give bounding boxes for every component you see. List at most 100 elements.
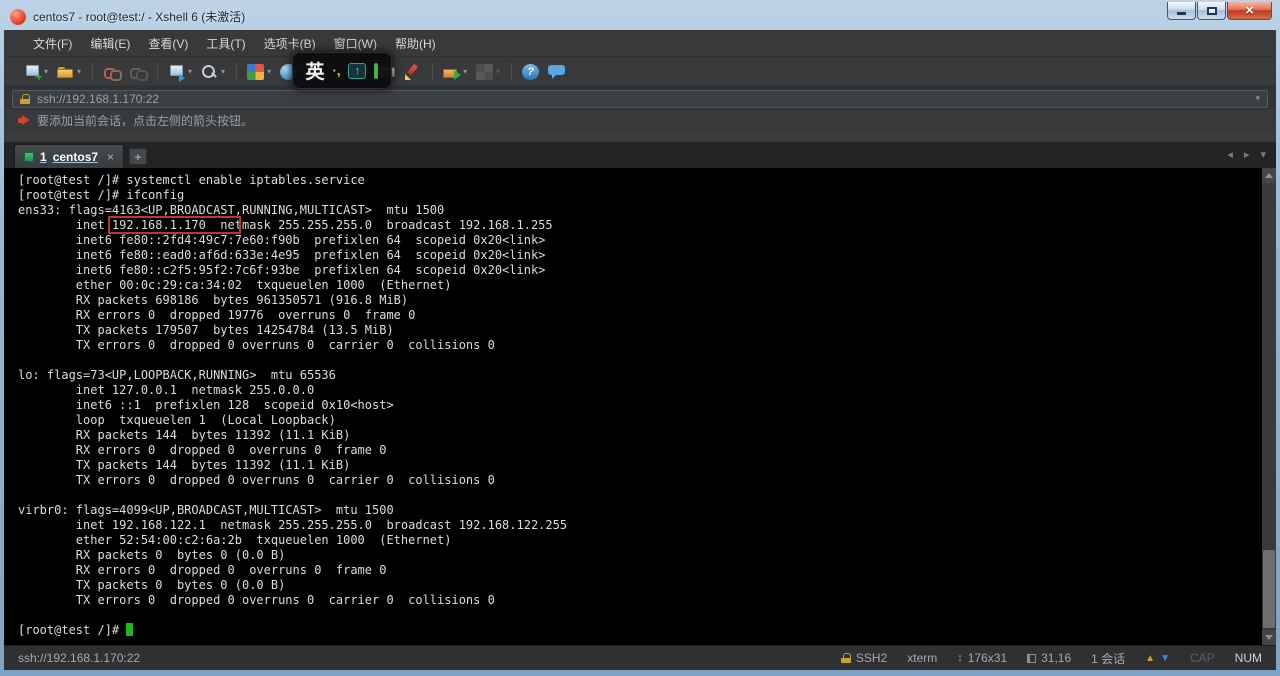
help-button[interactable]	[518, 61, 543, 83]
terminal-scrollbar[interactable]	[1262, 168, 1276, 645]
terminal-line: TX packets 179507 bytes 14254784 (13.5 M…	[18, 323, 1256, 338]
lock-icon	[841, 653, 851, 663]
layout-button[interactable]: ▾	[243, 61, 275, 83]
dropdown-arrow-icon[interactable]: ▾	[496, 67, 500, 76]
duplicate-session-icon	[168, 64, 185, 80]
status-size-group: ↕ 176x31	[957, 651, 1007, 665]
terminal-line: TX errors 0 dropped 0 overruns 0 carrier…	[18, 473, 1256, 488]
address-dropdown-icon[interactable]: ▾	[1255, 93, 1260, 104]
maximize-icon	[1207, 7, 1217, 15]
status-protocol-group: SSH2	[841, 651, 887, 665]
reconnect-button	[125, 61, 150, 83]
terminal-line: TX errors 0 dropped 0 overruns 0 carrier…	[18, 593, 1256, 608]
dropdown-arrow-icon[interactable]: ▾	[188, 67, 192, 76]
highlighter-button[interactable]	[400, 61, 425, 83]
find-button[interactable]: ▾	[197, 61, 229, 83]
xshell-logo-icon	[10, 9, 26, 25]
terminal-line: lo: flags=73<UP,LOOPBACK,RUNNING> mtu 65…	[18, 368, 1256, 383]
maximize-button[interactable]	[1197, 2, 1226, 20]
menu-item-6[interactable]: 帮助(H)	[386, 31, 445, 56]
reconnect-icon	[129, 64, 146, 80]
ime-soft-keyboard-icon[interactable]: ↑	[348, 63, 366, 79]
close-icon	[1245, 2, 1254, 20]
new-tab-button[interactable]: +	[129, 148, 147, 165]
info-text: 要添加当前会话，点击左侧的箭头按钮。	[37, 112, 253, 129]
menu-item-0[interactable]: 文件(F)	[24, 31, 81, 56]
toolbar-separator	[236, 63, 237, 81]
terminal-line: inet6 ::1 prefixlen 128 scopeid 0x10<hos…	[18, 398, 1256, 413]
toolbar-dock-spacer	[4, 131, 1276, 142]
dropdown-arrow-icon[interactable]: ▾	[267, 67, 271, 76]
terminal-line: [root@test /]#	[18, 623, 1256, 638]
terminal[interactable]: [root@test /]# systemctl enable iptables…	[4, 168, 1276, 645]
dropdown-arrow-icon[interactable]: ▾	[77, 67, 81, 76]
minimize-icon	[1177, 12, 1186, 15]
terminal-line: TX errors 0 dropped 0 overruns 0 carrier…	[18, 338, 1256, 353]
disconnect-icon	[103, 64, 120, 80]
terminal-line: TX packets 0 bytes 0 (0.0 B)	[18, 578, 1256, 593]
terminal-line: virbr0: flags=4099<UP,BROADCAST,MULTICAS…	[18, 503, 1256, 518]
status-terminal-type: xterm	[907, 651, 937, 665]
duplicate-session-button[interactable]: ▾	[164, 61, 196, 83]
titlebar[interactable]: centos7 - root@test:/ - Xshell 6 (未激活)	[0, 0, 1280, 30]
cursor-position-icon	[1027, 654, 1036, 663]
dropdown-arrow-icon[interactable]: ▾	[221, 67, 225, 76]
terminal-line	[18, 353, 1256, 368]
toolbar-separator	[157, 63, 158, 81]
download-icon: ▼	[1160, 653, 1170, 664]
scroll-up-icon[interactable]	[1262, 168, 1276, 183]
terminal-line: [root@test /]# ifconfig	[18, 188, 1256, 203]
close-button[interactable]	[1227, 2, 1272, 20]
new-session-button[interactable]: ▾	[20, 61, 52, 83]
tab-scroll-right-icon[interactable]: ▸	[1244, 148, 1250, 161]
scrollbar-thumb[interactable]	[1263, 550, 1275, 628]
terminal-cursor	[126, 623, 133, 636]
disconnect-button[interactable]	[99, 61, 124, 83]
toolbar: ▾▾▾▾▾▾▾▾	[4, 56, 1276, 86]
terminal-line: RX packets 0 bytes 0 (0.0 B)	[18, 548, 1256, 563]
open-folder-button[interactable]: ▾	[53, 61, 85, 83]
layout-icon	[247, 64, 264, 80]
status-caps-lock: CAP	[1190, 651, 1215, 665]
dropdown-arrow-icon[interactable]: ▾	[44, 67, 48, 76]
terminal-line: RX packets 698186 bytes 961350571 (916.8…	[18, 293, 1256, 308]
menu-bar: 文件(F)编辑(E)查看(V)工具(T)选项卡(B)窗口(W)帮助(H)	[4, 30, 1276, 56]
tab-list-dropdown-icon[interactable]: ▾	[1260, 148, 1266, 161]
tab-number: 1	[40, 150, 47, 164]
scroll-down-icon[interactable]	[1262, 630, 1276, 645]
terminal-line: inet6 fe80::ead0:af6d:633e:4e95 prefixle…	[18, 248, 1256, 263]
menu-item-2[interactable]: 查看(V)	[139, 31, 197, 56]
terminal-line	[18, 608, 1256, 623]
terminal-line: inet 192.168.1.170 netmask 255.255.255.0…	[18, 218, 1256, 233]
menu-item-1[interactable]: 编辑(E)	[81, 31, 139, 56]
chat-button[interactable]	[544, 61, 569, 83]
terminal-line: loop txqueuelen 1 (Local Loopback)	[18, 413, 1256, 428]
info-bar: 要添加当前会话，点击左侧的箭头按钮。	[4, 110, 1276, 131]
address-input[interactable]: ssh://192.168.1.170:22 ▾	[12, 90, 1268, 108]
window-controls	[1166, 2, 1272, 20]
new-session-icon	[24, 64, 41, 80]
toolbar-separator	[432, 63, 433, 81]
ssl-lock-icon	[20, 94, 30, 104]
status-num-lock: NUM	[1235, 651, 1262, 665]
terminal-line: inet6 fe80::2fd4:49c7:7e60:f90b prefixle…	[18, 233, 1256, 248]
status-terminal-size: 176x31	[968, 651, 1007, 665]
transfer-folder-button[interactable]: ▾	[439, 61, 471, 83]
ime-mode-indicator[interactable]: 英	[306, 57, 325, 84]
tab-centos7[interactable]: 1 centos7 ×	[14, 144, 124, 168]
minimize-button[interactable]	[1167, 2, 1196, 20]
status-protocol: SSH2	[856, 651, 887, 665]
ime-punctuation-indicator[interactable]: ·,	[333, 63, 341, 78]
menu-item-3[interactable]: 工具(T)	[197, 31, 254, 56]
help-icon	[522, 64, 539, 80]
status-session-count: 1 会话	[1091, 650, 1125, 667]
tab-close-icon[interactable]: ×	[107, 151, 114, 163]
terminal-line: ens33: flags=4163<UP,BROADCAST,RUNNING,M…	[18, 203, 1256, 218]
terminal-output: [root@test /]# systemctl enable iptables…	[4, 168, 1276, 638]
open-folder-icon	[57, 64, 74, 80]
dropdown-arrow-icon[interactable]: ▾	[463, 67, 467, 76]
ime-overlay[interactable]: 英 ·, ↑	[292, 52, 392, 89]
grid-icon	[476, 64, 493, 80]
tab-scroll-left-icon[interactable]: ◂	[1227, 148, 1233, 161]
toolbar-separator	[92, 63, 93, 81]
